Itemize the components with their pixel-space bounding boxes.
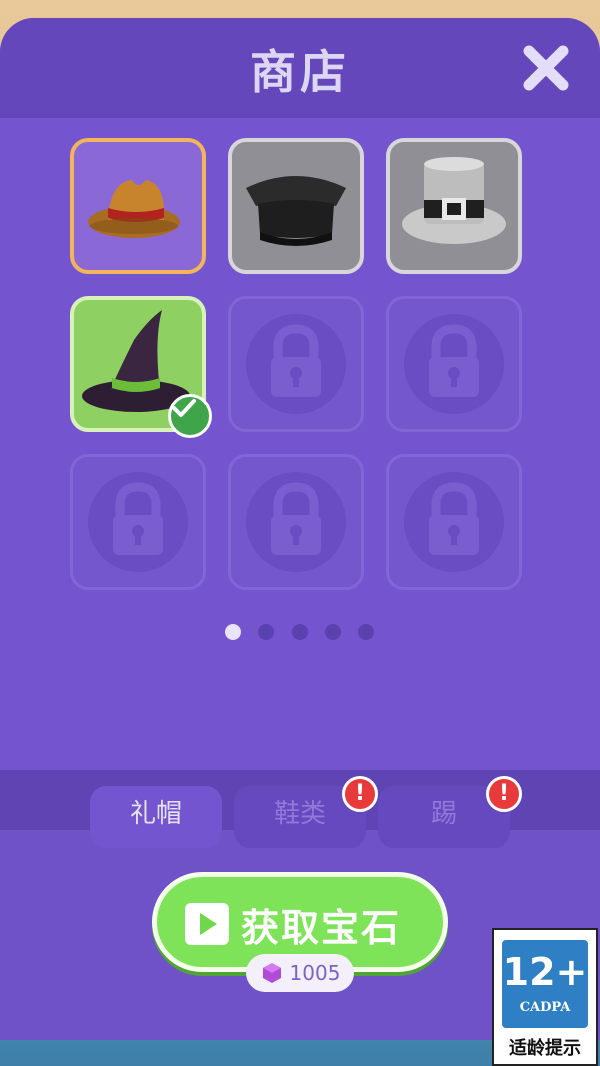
age-rating-org: CADPA	[519, 1000, 571, 1015]
page-dot[interactable]	[258, 624, 274, 640]
item-grid	[0, 118, 600, 788]
cowboy-hat-icon	[88, 180, 180, 238]
top-hat-icon	[402, 157, 506, 244]
gem-icon	[262, 963, 281, 983]
close-icon	[523, 45, 569, 91]
page-dot[interactable]	[358, 624, 374, 640]
shop-title: 商店	[250, 45, 350, 99]
item-slot-witch-hat[interactable]	[70, 296, 212, 438]
age-rating-logo: 12+ CADPA	[502, 940, 588, 1028]
shop-header: 商店	[0, 18, 600, 118]
item-slot-locked[interactable]	[386, 296, 522, 432]
item-slot-locked[interactable]	[228, 454, 364, 590]
gem-count-value: 1005	[289, 961, 341, 985]
item-slot-locked[interactable]	[386, 454, 522, 590]
page-dot[interactable]	[225, 624, 241, 640]
pagination	[0, 624, 600, 644]
item-slot-locked[interactable]	[70, 454, 206, 590]
lock-icon	[246, 472, 346, 572]
age-rating-number: 12+	[502, 950, 588, 994]
age-rating-caption: 适龄提示	[509, 1038, 581, 1059]
play-icon	[185, 903, 229, 945]
tab-hats[interactable]: 礼帽	[90, 786, 222, 848]
item-slot-police-cap[interactable]	[228, 138, 364, 274]
kick-alert-badge: !	[486, 776, 522, 812]
lock-icon	[404, 314, 504, 414]
item-slot-locked[interactable]	[228, 296, 364, 432]
page-dot[interactable]	[292, 624, 308, 640]
item-slot-cowboy-hat[interactable]	[70, 138, 206, 274]
shoes-alert-badge: !	[342, 776, 378, 812]
gem-counter: 1005	[246, 954, 354, 992]
lock-icon	[404, 472, 504, 572]
close-button[interactable]	[516, 40, 576, 96]
age-rating-badge: 12+ CADPA 适龄提示	[492, 928, 598, 1066]
police-cap-icon	[246, 176, 346, 246]
get-gems-label: 获取宝石	[241, 906, 402, 950]
lock-icon	[88, 472, 188, 572]
page-dot[interactable]	[325, 624, 341, 640]
item-slot-top-hat[interactable]	[386, 138, 522, 274]
equipped-check-icon	[168, 394, 212, 438]
lock-icon	[246, 314, 346, 414]
